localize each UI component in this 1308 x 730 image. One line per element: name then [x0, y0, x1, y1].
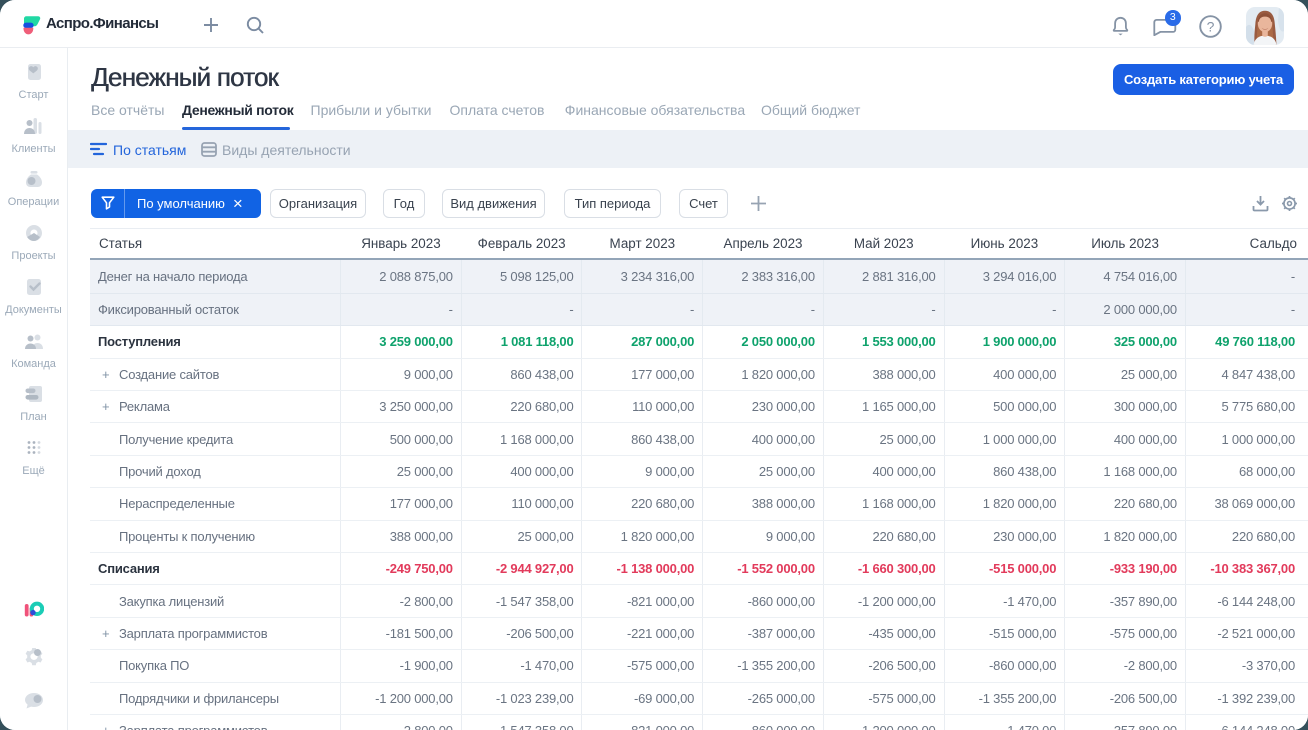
- svg-text:?: ?: [1207, 18, 1215, 34]
